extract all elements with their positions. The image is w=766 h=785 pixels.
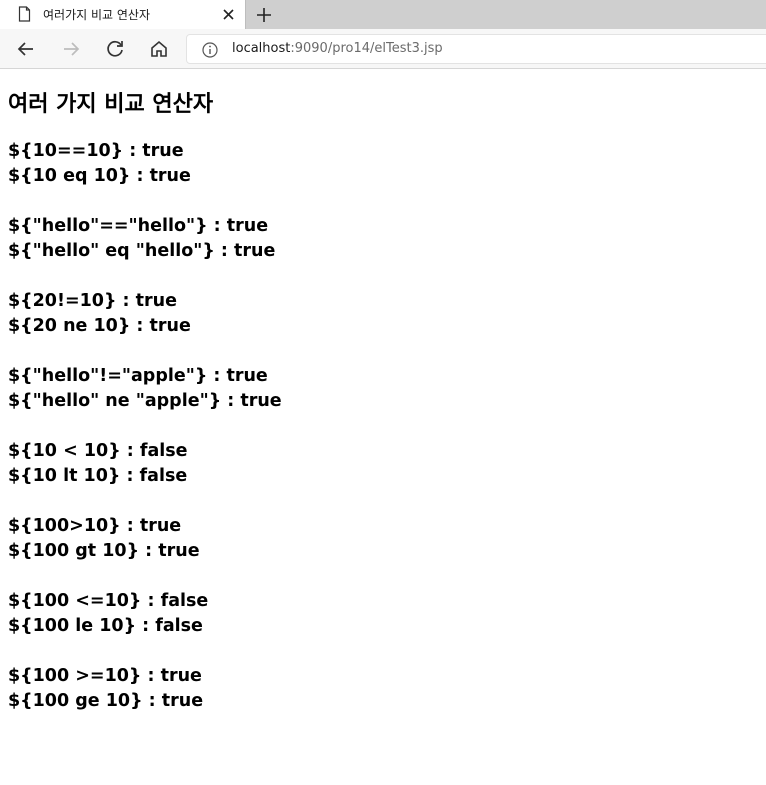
comparison-line: ${"hello"!="apple"} : true (8, 366, 268, 386)
page-title: 여러 가지 비교 연산자 (8, 92, 214, 117)
tab-title: 여러가지 비교 연산자 (43, 8, 150, 22)
comparison-line: ${100>10} : true (8, 516, 182, 536)
comparison-line: ${10 lt 10} : false (8, 466, 188, 486)
comparison-line: ${100 >=10} : true (8, 666, 202, 686)
comparison-group: ${"hello"!="apple"} : true ${"hello" ne "… (8, 364, 758, 414)
browser-toolbar: localhost:9090/pro14/elTest3.jsp (0, 29, 766, 69)
new-tab-icon[interactable] (254, 5, 274, 25)
page-icon (18, 6, 31, 22)
address-bar[interactable]: localhost:9090/pro14/elTest3.jsp (186, 34, 766, 64)
reload-icon[interactable] (103, 37, 127, 61)
comparison-line: ${"hello" eq "hello"} : true (8, 241, 276, 261)
comparison-group: ${"hello"=="hello"} : true ${"hello" eq "… (8, 214, 758, 264)
comparison-group: ${10 < 10} : false ${10 lt 10} : false (8, 439, 758, 489)
url-host: localhost (232, 41, 291, 56)
page-content: 여러 가지 비교 연산자 ${10==10} : true ${10 eq 10}… (8, 89, 758, 739)
comparison-line: ${"hello"=="hello"} : true (8, 216, 269, 236)
comparison-line: ${10==10} : true (8, 141, 184, 161)
browser-tab[interactable]: 여러가지 비교 연산자 (0, 0, 246, 29)
comparison-line: ${20!=10} : true (8, 291, 177, 311)
comparison-group: ${100 >=10} : true ${100 ge 10} : true (8, 664, 758, 714)
back-arrow-icon[interactable] (14, 37, 38, 61)
home-icon[interactable] (147, 37, 171, 61)
comparison-line: ${"hello" ne "apple"} : true (8, 391, 282, 411)
info-icon[interactable] (201, 41, 219, 59)
url-text[interactable]: localhost:9090/pro14/elTest3.jsp (232, 41, 443, 56)
comparison-list: ${10==10} : true ${10 eq 10} : true ${"hel… (8, 139, 758, 714)
comparison-group: ${100>10} : true ${100 gt 10} : true (8, 514, 758, 564)
comparison-line: ${100 le 10} : false (8, 616, 203, 636)
comparison-line: ${100 <=10} : false (8, 591, 209, 611)
comparison-line: ${20 ne 10} : true (8, 316, 191, 336)
comparison-line: ${100 ge 10} : true (8, 691, 204, 711)
comparison-line: ${100 gt 10} : true (8, 541, 200, 561)
forward-arrow-icon[interactable] (59, 37, 83, 61)
close-icon[interactable] (220, 6, 237, 23)
url-path: :9090/pro14/elTest3.jsp (290, 41, 443, 56)
comparison-group: ${10==10} : true ${10 eq 10} : true (8, 139, 758, 189)
comparison-line: ${10 eq 10} : true (8, 166, 191, 186)
comparison-line: ${10 < 10} : false (8, 441, 188, 461)
tab-strip: 여러가지 비교 연산자 (0, 0, 766, 29)
comparison-group: ${20!=10} : true ${20 ne 10} : true (8, 289, 758, 339)
comparison-group: ${100 <=10} : false ${100 le 10} : false (8, 589, 758, 639)
